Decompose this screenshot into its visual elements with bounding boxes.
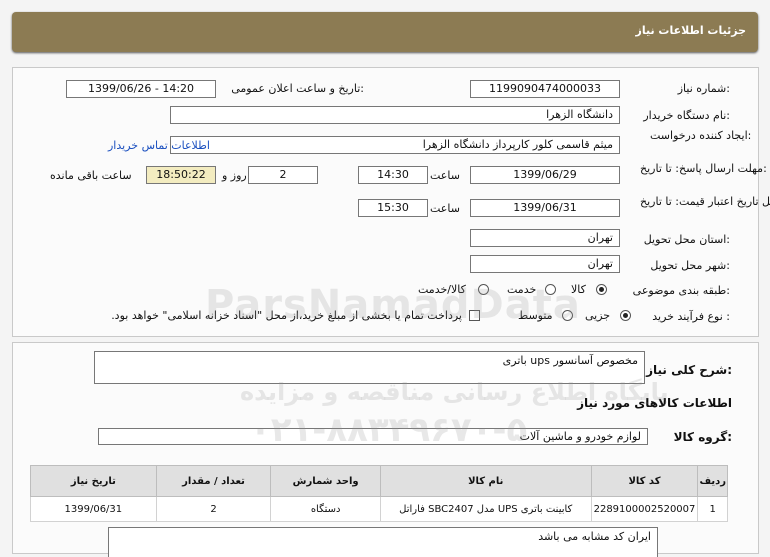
col-code: کد کالا — [590, 465, 699, 497]
cell-unit: دستگاه — [270, 496, 381, 522]
announce-label: تاریخ و ساعت اعلان عمومی: — [231, 82, 364, 95]
category-option-goods-service: کالا/خدمت — [418, 283, 466, 296]
table-row: 1 2289100002520007 کابینت باتری UPS مدل … — [30, 496, 728, 522]
reply-time-field: 14:30 — [358, 166, 428, 184]
city-field: تهران — [470, 255, 620, 273]
validity-time-label: ساعت — [430, 202, 460, 215]
need-number-field: 1199090474000033 — [470, 80, 620, 98]
remaining-time-field: 18:50:22 — [146, 166, 216, 184]
reply-time-label: ساعت — [430, 169, 460, 182]
col-row: ردیف — [697, 465, 728, 497]
goods-group-label: گروه کالا: — [673, 430, 732, 444]
goods-note-field: ایران کد مشابه می باشد — [108, 527, 658, 557]
category-option-service: خدمت — [507, 283, 537, 296]
buyer-contact-link[interactable]: اطلاعات تماس خریدار — [108, 139, 210, 152]
page-header: جزئیات اطلاعات نیاز — [12, 12, 758, 52]
process-option-minor: جزیی — [585, 309, 611, 322]
reply-date-field: 1399/06/29 — [470, 166, 620, 184]
category-radio-service[interactable] — [545, 284, 556, 295]
creator-label: ایجاد کننده درخواست: — [650, 129, 751, 142]
category-label: طبقه بندی موضوعی: — [632, 284, 730, 297]
days-label: روز و — [222, 169, 247, 182]
buyer-field: دانشگاه الزهرا — [170, 106, 620, 124]
process-option-medium: متوسط — [518, 309, 553, 322]
validity-time-field: 15:30 — [358, 199, 428, 217]
category-radio-goods[interactable] — [596, 284, 607, 295]
col-unit: واحد شمارش — [270, 465, 381, 497]
goods-section-title: اطلاعات کالاهای مورد نیاز — [577, 396, 732, 410]
goods-table: ردیف کد کالا نام کالا واحد شمارش تعداد /… — [30, 465, 728, 522]
cell-code: 2289100002520007 — [590, 496, 699, 522]
treasury-payment-text: پرداخت تمام یا بخشی از مبلغ خرید،از محل … — [111, 309, 462, 322]
validity-date-field: 1399/06/31 — [470, 199, 620, 217]
reply-deadline-label: مهلت ارسال پاسخ: تا تاریخ: — [640, 162, 767, 175]
cell-name: کابینت باتری UPS مدل SBC2407 فاراتل — [379, 496, 592, 522]
treasury-payment-checkbox[interactable] — [469, 310, 480, 321]
category-radio-goods-service[interactable] — [478, 284, 489, 295]
process-label: نوع فرآیند خرید : — [652, 310, 730, 323]
col-quantity: تعداد / مقدار — [155, 465, 272, 497]
province-field: تهران — [470, 229, 620, 247]
announce-field: 1399/06/26 - 14:20 — [66, 80, 216, 98]
page-title: جزئیات اطلاعات نیاز — [635, 24, 747, 37]
creator-field: میثم قاسمی کلور کارپرداز دانشگاه الزهرا — [170, 136, 620, 154]
province-label: استان محل تحویل: — [643, 233, 730, 246]
buyer-label: نام دستگاه خریدار: — [643, 109, 730, 122]
category-option-goods: کالا — [571, 283, 586, 296]
city-label: شهر محل تحویل: — [650, 259, 730, 272]
col-name: نام کالا — [379, 465, 592, 497]
cell-quantity: 2 — [155, 496, 272, 522]
cell-row: 1 — [697, 496, 728, 522]
validity-label: حداقل تاریخ اعتبار قیمت: تا تاریخ: — [640, 195, 770, 208]
description-label: شرح کلی نیاز: — [646, 363, 732, 377]
remaining-label: ساعت باقی مانده — [50, 169, 132, 182]
process-radio-medium[interactable] — [562, 310, 573, 321]
days-field: 2 — [248, 166, 318, 184]
description-field: باتری ups مخصوص آسانسور — [94, 351, 645, 384]
col-date: تاریخ نیاز — [30, 465, 157, 497]
goods-table-header: ردیف کد کالا نام کالا واحد شمارش تعداد /… — [30, 465, 728, 497]
process-radio-minor[interactable] — [620, 310, 631, 321]
need-number-label: شماره نیاز: — [677, 82, 730, 95]
cell-date: 1399/06/31 — [30, 496, 157, 522]
goods-group-field: لوازم خودرو و ماشین آلات — [98, 428, 648, 445]
